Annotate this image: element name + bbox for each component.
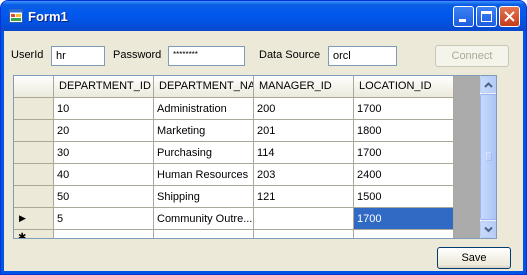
new-row-asterisk-icon: ✱ <box>18 232 27 239</box>
form-app-icon <box>9 9 23 23</box>
datasource-label: Data Source <box>259 49 321 61</box>
grip-icon <box>486 152 492 161</box>
table-cell[interactable]: Administration <box>154 98 254 120</box>
table-cell[interactable]: 1700 <box>354 98 454 120</box>
table-cell[interactable]: 1800 <box>354 120 454 142</box>
table-cell[interactable]: 40 <box>54 164 154 186</box>
maximize-button[interactable] <box>476 6 497 27</box>
grid-corner-header <box>14 76 54 98</box>
row-header[interactable] <box>14 186 54 208</box>
row-header[interactable] <box>14 142 54 164</box>
close-icon <box>504 11 515 22</box>
table-cell[interactable]: 114 <box>254 142 354 164</box>
table-cell[interactable]: 50 <box>54 186 154 208</box>
chevron-up-icon <box>484 82 493 88</box>
chevron-down-icon <box>484 226 493 233</box>
new-row-header[interactable]: ✱ <box>14 230 54 239</box>
table-cell[interactable]: 201 <box>254 120 354 142</box>
table-cell[interactable]: 20 <box>54 120 154 142</box>
table-cell[interactable]: 10 <box>54 98 154 120</box>
new-row-cell[interactable] <box>254 230 354 238</box>
form-window: Form1 UserId hr Password ******** Data S… <box>0 0 527 275</box>
column-header-location-id[interactable]: LOCATION_ID <box>354 76 454 98</box>
userid-label: UserId <box>11 49 44 61</box>
table-cell[interactable]: 30 <box>54 142 154 164</box>
save-button[interactable]: Save <box>437 247 511 269</box>
datasource-input[interactable]: orcl <box>328 46 397 66</box>
scroll-up-button[interactable] <box>480 76 496 93</box>
column-header-department-name[interactable]: DEPARTMENT_NAME <box>154 76 254 98</box>
password-input[interactable]: ******** <box>168 46 245 66</box>
minimize-icon <box>459 19 466 22</box>
column-header-department-id[interactable]: DEPARTMENT_ID <box>54 76 154 98</box>
title-bar[interactable]: Form1 <box>1 1 526 31</box>
departments-grid[interactable]: DEPARTMENT_ID DEPARTMENT_NAME MANAGER_ID… <box>13 75 497 239</box>
table-cell[interactable]: Shipping <box>154 186 254 208</box>
row-header[interactable] <box>14 120 54 142</box>
table-cell[interactable]: 2400 <box>354 164 454 186</box>
selected-cell[interactable]: 1700 <box>354 208 454 230</box>
vertical-scrollbar[interactable] <box>480 76 496 238</box>
password-label: Password <box>113 49 162 61</box>
current-row-arrow-icon: ▶ <box>19 213 26 223</box>
maximize-icon <box>481 11 492 22</box>
table-cell[interactable]: Purchasing <box>154 142 254 164</box>
table-cell[interactable]: Community Outre... <box>154 208 254 230</box>
current-row-header[interactable]: ▶ <box>14 208 54 230</box>
table-cell[interactable]: 203 <box>254 164 354 186</box>
table-cell[interactable]: Human Resources <box>154 164 254 186</box>
column-header-manager-id[interactable]: MANAGER_ID <box>254 76 354 98</box>
close-button[interactable] <box>499 6 520 27</box>
table-cell[interactable]: 200 <box>254 98 354 120</box>
window-title: Form1 <box>28 9 68 24</box>
new-row-cell[interactable] <box>154 230 254 238</box>
connect-button[interactable]: Connect <box>435 45 509 67</box>
table-cell[interactable]: 1500 <box>354 186 454 208</box>
table-cell[interactable]: 121 <box>254 186 354 208</box>
table-cell[interactable]: Marketing <box>154 120 254 142</box>
table-cell[interactable]: 5 <box>54 208 154 230</box>
row-header[interactable] <box>14 164 54 186</box>
userid-input[interactable]: hr <box>51 46 105 66</box>
form-client-area: UserId hr Password ******** Data Source … <box>4 31 523 271</box>
minimize-button[interactable] <box>453 6 474 27</box>
new-row-cell[interactable] <box>54 230 154 238</box>
table-cell[interactable]: 1700 <box>354 142 454 164</box>
scroll-thumb[interactable] <box>480 94 496 220</box>
row-header[interactable] <box>14 98 54 120</box>
table-cell[interactable] <box>254 208 354 230</box>
new-row-cell[interactable] <box>354 230 454 238</box>
scroll-down-button[interactable] <box>480 221 496 238</box>
